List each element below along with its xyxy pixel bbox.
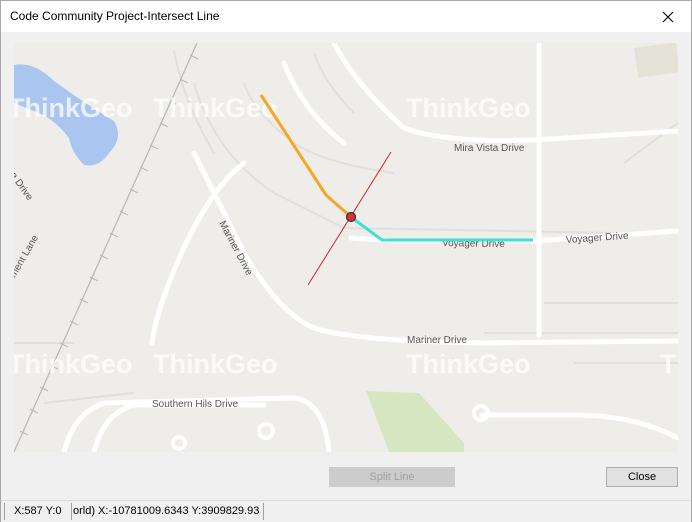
intersection-point bbox=[345, 211, 357, 223]
map-view[interactable]: ThinkGeo ThinkGeo ThinkGeo ThinkGeo Thin… bbox=[14, 43, 678, 452]
road-southern-hills bbox=[91, 402, 267, 452]
label-edge-drive: e Drive bbox=[14, 170, 35, 203]
close-button[interactable]: Close bbox=[606, 467, 678, 487]
app-window: Code Community Project-Intersect Line Th… bbox=[0, 0, 692, 522]
watermark-3: ThinkGeo bbox=[14, 93, 133, 123]
status-separator bbox=[263, 503, 264, 520]
label-mariner-horizontal: Mariner Drive bbox=[407, 335, 467, 346]
title-bar: Code Community Project-Intersect Line bbox=[1, 1, 691, 32]
window-close-button[interactable] bbox=[645, 1, 691, 32]
building-block bbox=[634, 43, 678, 78]
status-separator bbox=[4, 503, 5, 520]
road-upper-curve bbox=[281, 60, 347, 146]
cul-de-sac-3 bbox=[171, 435, 187, 451]
close-icon bbox=[662, 11, 674, 22]
road-bottom-right bbox=[479, 412, 678, 441]
label-monument-lane: ument Lane bbox=[14, 233, 41, 285]
label-mira-vista: Mira Vista Drive bbox=[454, 143, 525, 154]
park-area bbox=[366, 391, 464, 452]
watermark-6: ThinkGeo bbox=[14, 349, 133, 379]
road-mira-vista bbox=[331, 43, 678, 143]
watermark-7: ThinkGeo bbox=[660, 349, 678, 379]
label-southern-hills: Southern Hils Drive bbox=[152, 399, 239, 410]
label-mariner-vertical: Mariner Drive bbox=[216, 219, 254, 278]
watermark-5: ThinkGeo bbox=[406, 349, 531, 379]
road-diagonal-left bbox=[149, 160, 247, 346]
status-separator bbox=[71, 503, 72, 520]
watermark-4: ThinkGeo bbox=[153, 349, 278, 379]
split-line-button[interactable]: Split Line bbox=[329, 467, 455, 487]
screen-coordinates: X:587 Y:0 bbox=[14, 505, 62, 517]
watermark-2: ThinkGeo bbox=[406, 93, 531, 123]
status-bar: X:587 Y:0 orld) X:-10781009.6343 Y:39098… bbox=[1, 500, 691, 522]
road-mariner-vertical bbox=[191, 150, 678, 346]
watermark-1: ThinkGeo bbox=[153, 93, 278, 123]
window-title: Code Community Project-Intersect Line bbox=[10, 9, 220, 23]
orange-line-segment bbox=[259, 94, 352, 219]
world-coordinates: orld) X:-10781009.6343 Y:3909829.93 bbox=[73, 505, 260, 517]
cul-de-sac-2 bbox=[257, 422, 275, 440]
